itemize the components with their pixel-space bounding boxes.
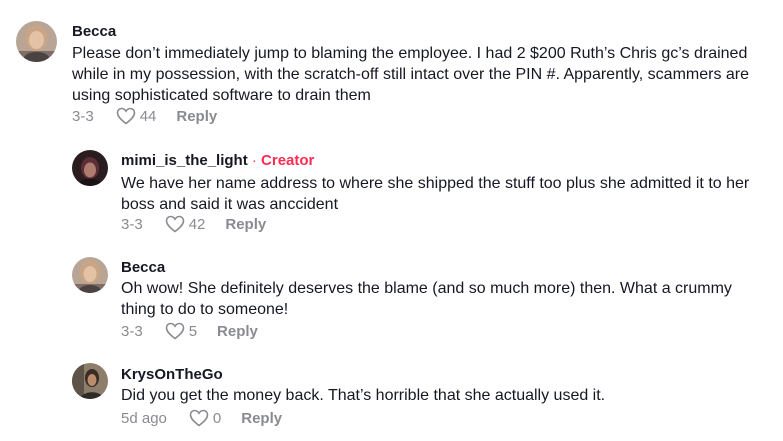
like-button[interactable]: 5 (165, 322, 197, 340)
comment-becca-1: Becca Please don’t immediately jump to b… (0, 0, 783, 140)
avatar-image (72, 150, 108, 186)
comment-date: 5d ago (121, 409, 167, 427)
avatar[interactable] (72, 150, 108, 186)
comment-author[interactable]: Becca (72, 23, 116, 40)
like-button[interactable]: 42 (165, 215, 206, 233)
comment-text: Did you get the money back. That’s horri… (121, 387, 606, 404)
avatar[interactable] (16, 21, 57, 62)
comment-krys: KrysOnTheGo Did you get the money back. … (0, 354, 783, 441)
comment-meta: 5d ago 0 Reply (121, 409, 282, 427)
comment-text: Oh wow! She definitely deserves the blam… (121, 280, 732, 318)
comment-text: We have her name address to where she sh… (121, 175, 750, 213)
comment-author-line: mimi_is_the_light · Creator (121, 152, 314, 169)
reply-button[interactable]: Reply (176, 108, 217, 125)
comment-meta: 3-3 44 Reply (72, 107, 217, 125)
avatar[interactable] (72, 363, 108, 399)
comment-author[interactable]: Becca (121, 259, 165, 276)
comment-date: 3-3 (121, 215, 143, 233)
avatar-image (72, 257, 108, 293)
comment-meta: 3-3 5 Reply (121, 322, 258, 340)
avatar-image (16, 21, 57, 62)
comment-author[interactable]: KrysOnTheGo (121, 366, 223, 383)
comment-becca-2: Becca Oh wow! She definitely deserves th… (0, 247, 783, 354)
heart-outline-icon (165, 322, 184, 340)
avatar-image (72, 363, 108, 399)
like-count: 42 (188, 215, 206, 233)
heart-outline-icon (189, 409, 209, 427)
like-button[interactable]: 44 (116, 107, 157, 125)
comment-author[interactable]: mimi_is_the_light (121, 152, 248, 169)
heart-outline-icon (116, 107, 135, 125)
comment-text: Please don’t immediately jump to blaming… (72, 45, 750, 104)
like-count: 5 (188, 322, 198, 340)
reply-button[interactable]: Reply (217, 323, 258, 340)
like-count: 0 (212, 409, 222, 427)
comment-date: 3-3 (121, 322, 143, 340)
reply-button[interactable]: Reply (225, 216, 266, 233)
reply-button[interactable]: Reply (241, 410, 282, 427)
like-count: 44 (139, 107, 157, 125)
creator-badge: Creator (261, 152, 315, 169)
comment-date: 3-3 (72, 107, 94, 125)
like-button[interactable]: 0 (189, 409, 221, 427)
heart-outline-icon (165, 215, 184, 233)
avatar[interactable] (72, 257, 108, 293)
badge-separator: · (251, 152, 257, 169)
comment-mimi: mimi_is_the_light · Creator We have her … (0, 140, 783, 247)
comment-meta: 3-3 42 Reply (121, 215, 266, 233)
